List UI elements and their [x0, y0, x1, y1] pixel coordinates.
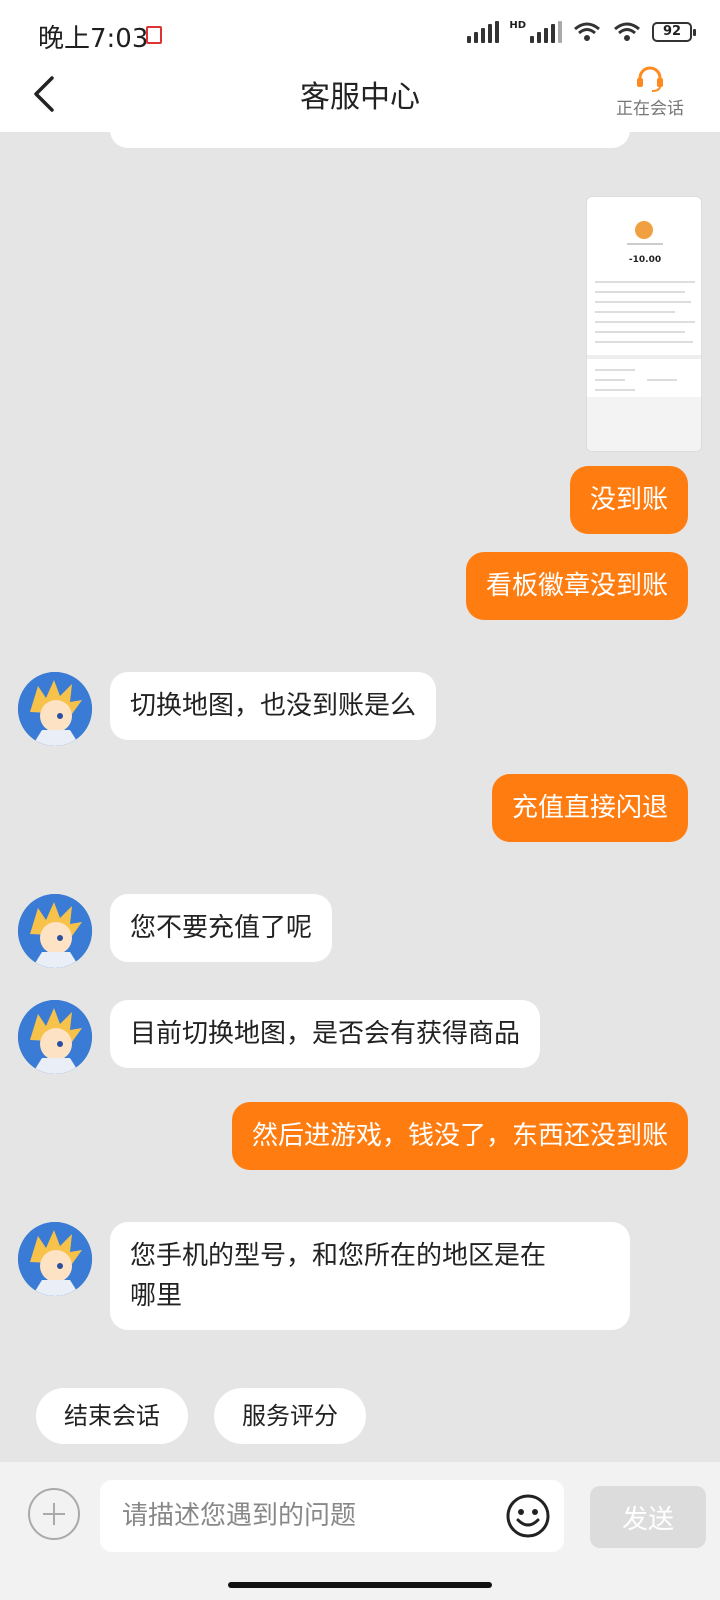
- message-incoming: 目前切换地图，是否会有获得商品: [110, 1000, 541, 1068]
- message-line: 您手机的型号，和您所在的地区是在: [130, 1241, 547, 1271]
- message-incoming: 您不要充值了呢: [110, 894, 333, 962]
- sent-screenshot-image[interactable]: -10.00: [586, 196, 702, 452]
- hd-badge: HD: [509, 20, 526, 31]
- thumb-footer: [587, 397, 701, 451]
- thumb-line: [595, 389, 635, 391]
- thumb-line: [595, 301, 691, 303]
- message-outgoing: 充值直接闪退: [491, 774, 688, 842]
- input-bar: 发送: [0, 1462, 720, 1600]
- message-bubble-partial: [110, 132, 630, 148]
- session-status[interactable]: 正在会话: [610, 64, 690, 119]
- signal-icon: [467, 21, 500, 43]
- thumb-line: [595, 311, 675, 313]
- header: 客服中心 正在会话: [0, 66, 720, 132]
- thumb-line: [595, 321, 695, 323]
- thumb-line: [595, 331, 685, 333]
- session-status-label: 正在会话: [616, 99, 684, 119]
- chat-area[interactable]: -10.00 没到账 看板徽章没到账 切换地图，也没到账是么 充值直接闪退 您不…: [0, 132, 720, 1462]
- message-incoming: 切换地图，也没到账是么: [110, 672, 437, 740]
- quick-actions: 结束会话 服务评分: [36, 1388, 366, 1444]
- message-line: 哪里: [130, 1281, 183, 1311]
- thumb-line: [595, 379, 625, 381]
- send-button[interactable]: 发送: [590, 1486, 706, 1548]
- wifi-icon: [614, 22, 640, 41]
- status-time: 晚上7:03: [38, 24, 149, 54]
- wifi-plus-icon: [574, 22, 600, 41]
- message-outgoing: 看板徽章没到账: [465, 552, 688, 620]
- thumb-line: [595, 281, 695, 283]
- status-bar: 晚上7:03 HD 92: [0, 0, 720, 70]
- thumb-divider: [587, 355, 701, 359]
- avatar: [18, 1222, 92, 1296]
- app-notification-icon: [146, 26, 162, 44]
- thumb-line: [627, 243, 663, 245]
- headset-icon: [637, 66, 663, 92]
- thumb-line: [595, 369, 635, 371]
- end-session-button[interactable]: 结束会话: [36, 1388, 188, 1444]
- message-outgoing: 没到账: [569, 466, 688, 534]
- thumb-line: [647, 379, 677, 381]
- home-indicator[interactable]: [228, 1582, 492, 1588]
- add-icon[interactable]: [28, 1488, 80, 1540]
- status-icons: HD 92: [467, 20, 696, 44]
- agent-avatar-icon: [18, 894, 92, 968]
- emoji-icon[interactable]: [504, 1492, 552, 1540]
- signal-2-icon: [530, 21, 562, 43]
- battery-icon: 92: [652, 22, 696, 42]
- rate-service-button[interactable]: 服务评分: [214, 1388, 366, 1444]
- thumb-amount: -10.00: [628, 255, 662, 265]
- thumb-logo: [635, 221, 653, 239]
- agent-avatar-icon: [18, 1222, 92, 1296]
- agent-avatar-icon: [18, 672, 92, 746]
- avatar: [18, 672, 92, 746]
- avatar: [18, 1000, 92, 1074]
- thumb-line: [595, 341, 693, 343]
- message-outgoing: 然后进游戏，钱没了，东西还没到账: [231, 1102, 688, 1170]
- message-input[interactable]: [100, 1480, 564, 1552]
- message-incoming: 您手机的型号，和您所在的地区是在 哪里: [110, 1222, 630, 1330]
- thumb-line: [595, 291, 685, 293]
- agent-avatar-icon: [18, 1000, 92, 1074]
- avatar: [18, 894, 92, 968]
